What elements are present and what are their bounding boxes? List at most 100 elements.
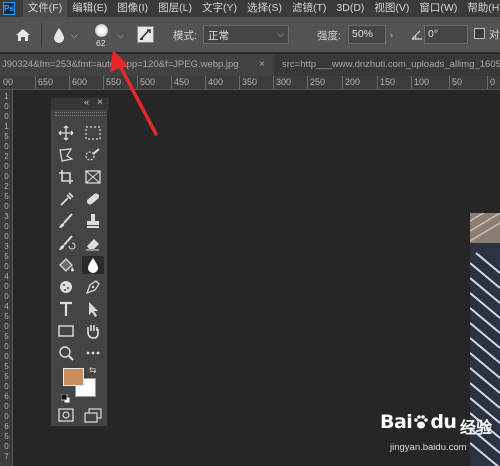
ruler-tick-label: 250 (310, 77, 326, 87)
watermark-url: jingyan.baidu.com (390, 442, 467, 453)
ruler-tick-label: 550 (106, 77, 122, 87)
ruler-tick-label: 650 (38, 77, 54, 87)
ruler-left[interactable]: 100 150 200 250 300 350 400 450 500 550 … (0, 90, 13, 466)
mode-label: 模式: (173, 30, 197, 42)
ruler-tick-label: 7 (4, 452, 9, 461)
ruler-top[interactable]: 00 650 600 550 500 450 400 350 300 250 2… (0, 76, 500, 90)
watermark-brand: Bai du (380, 411, 457, 433)
angle-icon (411, 27, 423, 41)
blur-tool-preset-icon[interactable] (52, 27, 66, 43)
document-tab-1[interactable]: J90324&fm=253&fmt=auto&app=120&f=JPEG.we… (0, 54, 274, 76)
lasso-tool-icon[interactable] (55, 146, 77, 164)
brush-settings-icon[interactable] (137, 26, 154, 43)
foreground-color-swatch[interactable] (63, 368, 84, 386)
crop-tool-icon[interactable] (55, 168, 77, 186)
quick-selection-tool-icon[interactable] (82, 146, 104, 164)
strength-label: 强度: (317, 30, 341, 42)
ruler-tick-label: 450 (4, 302, 9, 331)
rectangle-tool-icon[interactable] (55, 322, 77, 340)
close-icon[interactable]: × (97, 97, 103, 108)
pen-tool-icon[interactable] (82, 278, 104, 296)
move-tool-icon[interactable] (55, 124, 77, 142)
toolbox-header[interactable]: « × (51, 97, 109, 110)
angle-value: 0° (428, 28, 439, 40)
ruler-tick-label: 50 (452, 77, 463, 87)
ruler-tick-label: 350 (4, 242, 9, 271)
clone-stamp-tool-icon[interactable] (82, 212, 104, 230)
ruler-tick-label: 500 (140, 77, 156, 87)
tab-label: J90324&fm=253&fmt=auto&app=120&f=JPEG.we… (2, 59, 239, 70)
mode-value: 正常 (208, 30, 229, 42)
close-icon[interactable]: × (259, 54, 265, 76)
separator (41, 23, 42, 47)
ruler-tick-label: 0 (490, 77, 496, 87)
angle-input[interactable]: 0° (424, 25, 468, 44)
marquee-tool-icon[interactable] (82, 124, 104, 142)
default-colors-icon[interactable] (60, 390, 71, 404)
ruler-tick-label: 300 (4, 212, 9, 241)
toolbox-grip[interactable] (55, 112, 105, 116)
menu-filter[interactable]: 滤镜(T) (287, 0, 331, 17)
collapse-icon[interactable]: « (84, 97, 89, 107)
menu-help[interactable]: 帮助(H) (462, 0, 500, 17)
align-label: 对 (489, 29, 500, 41)
document-tab-bar: J90324&fm=253&fmt=auto&app=120&f=JPEG.we… (0, 54, 500, 76)
document-tab-2[interactable]: src=http___www.dnzhuti.com_uploads_allim… (280, 54, 500, 76)
chevron-down-icon[interactable]: ⌵ (117, 30, 124, 41)
watermark-subtitle: 经验 (460, 420, 493, 437)
chevron-down-icon[interactable]: ⌵ (71, 30, 78, 41)
screen-mode-icon[interactable] (82, 406, 104, 424)
ruler-tick-label: 400 (208, 77, 224, 87)
frame-tool-icon[interactable] (82, 168, 104, 186)
menu-file[interactable]: 文件(F) (22, 0, 68, 17)
more-tools-icon[interactable] (82, 344, 104, 362)
healing-brush-tool-icon[interactable] (82, 190, 104, 208)
ruler-tick-label: 600 (4, 392, 9, 421)
hand-tool-icon[interactable] (82, 322, 104, 340)
ruler-tick-label: 150 (380, 77, 396, 87)
options-bar: ⌵ 62 ⌵ 模式: 正常 ⌵ 强度: 50% › 0° 对 (0, 17, 500, 53)
photoshop-logo[interactable]: Ps (3, 2, 15, 15)
path-selection-tool-icon[interactable] (82, 300, 104, 318)
eraser-tool-icon[interactable] (82, 234, 104, 252)
menu-edit[interactable]: 编辑(E) (67, 0, 112, 17)
brush-preview-icon[interactable] (95, 24, 108, 37)
ruler-tick-label: 450 (174, 77, 190, 87)
menu-select[interactable]: 选择(S) (242, 0, 287, 17)
menu-3d[interactable]: 3D(D) (331, 0, 369, 17)
home-icon[interactable] (12, 26, 34, 44)
ruler-tick-label: 500 (4, 332, 9, 361)
swap-colors-icon[interactable]: ⇆ (89, 365, 97, 376)
menu-bar: Ps 文件(F) 编辑(E) 图像(I) 图层(L) 文字(Y) 选择(S) 滤… (0, 0, 500, 17)
ruler-tick-label: 00 (3, 77, 14, 87)
menu-type[interactable]: 文字(Y) (197, 0, 242, 17)
menu-layer[interactable]: 图层(L) (153, 0, 197, 17)
chevron-down-icon: ⌵ (277, 29, 284, 39)
toolbox-panel: « × ⇆ (50, 97, 109, 427)
strength-value: 50% (352, 28, 374, 40)
menu-window[interactable]: 窗口(W) (414, 0, 462, 17)
history-brush-tool-icon[interactable] (55, 234, 77, 252)
ruler-tick-label: 550 (4, 362, 9, 391)
menu-image[interactable]: 图像(I) (112, 0, 153, 17)
strength-input[interactable]: 50% (348, 25, 386, 44)
brush-tool-icon[interactable] (55, 212, 77, 230)
zoom-tool-icon[interactable] (55, 344, 77, 362)
blur-tool-icon[interactable] (82, 256, 104, 274)
ruler-tick-label: 100 (4, 92, 9, 121)
paint-bucket-tool-icon[interactable] (55, 256, 77, 274)
ruler-tick-label: 250 (4, 182, 9, 211)
type-tool-icon[interactable] (55, 300, 77, 318)
menu-view[interactable]: 视图(V) (369, 0, 414, 17)
paw-icon (413, 413, 429, 429)
quick-mask-icon[interactable] (55, 406, 77, 424)
ruler-tick-label: 150 (4, 122, 9, 151)
ruler-tick-label: 200 (345, 77, 361, 87)
chevron-right-icon[interactable]: › (390, 30, 393, 40)
mode-select[interactable]: 正常 ⌵ (203, 25, 289, 44)
eyedropper-tool-icon[interactable] (55, 190, 77, 208)
ruler-tick-label: 200 (4, 152, 9, 181)
sponge-tool-icon[interactable] (55, 278, 77, 296)
ruler-tick-label: 650 (4, 422, 9, 451)
align-checkbox[interactable] (474, 28, 485, 39)
